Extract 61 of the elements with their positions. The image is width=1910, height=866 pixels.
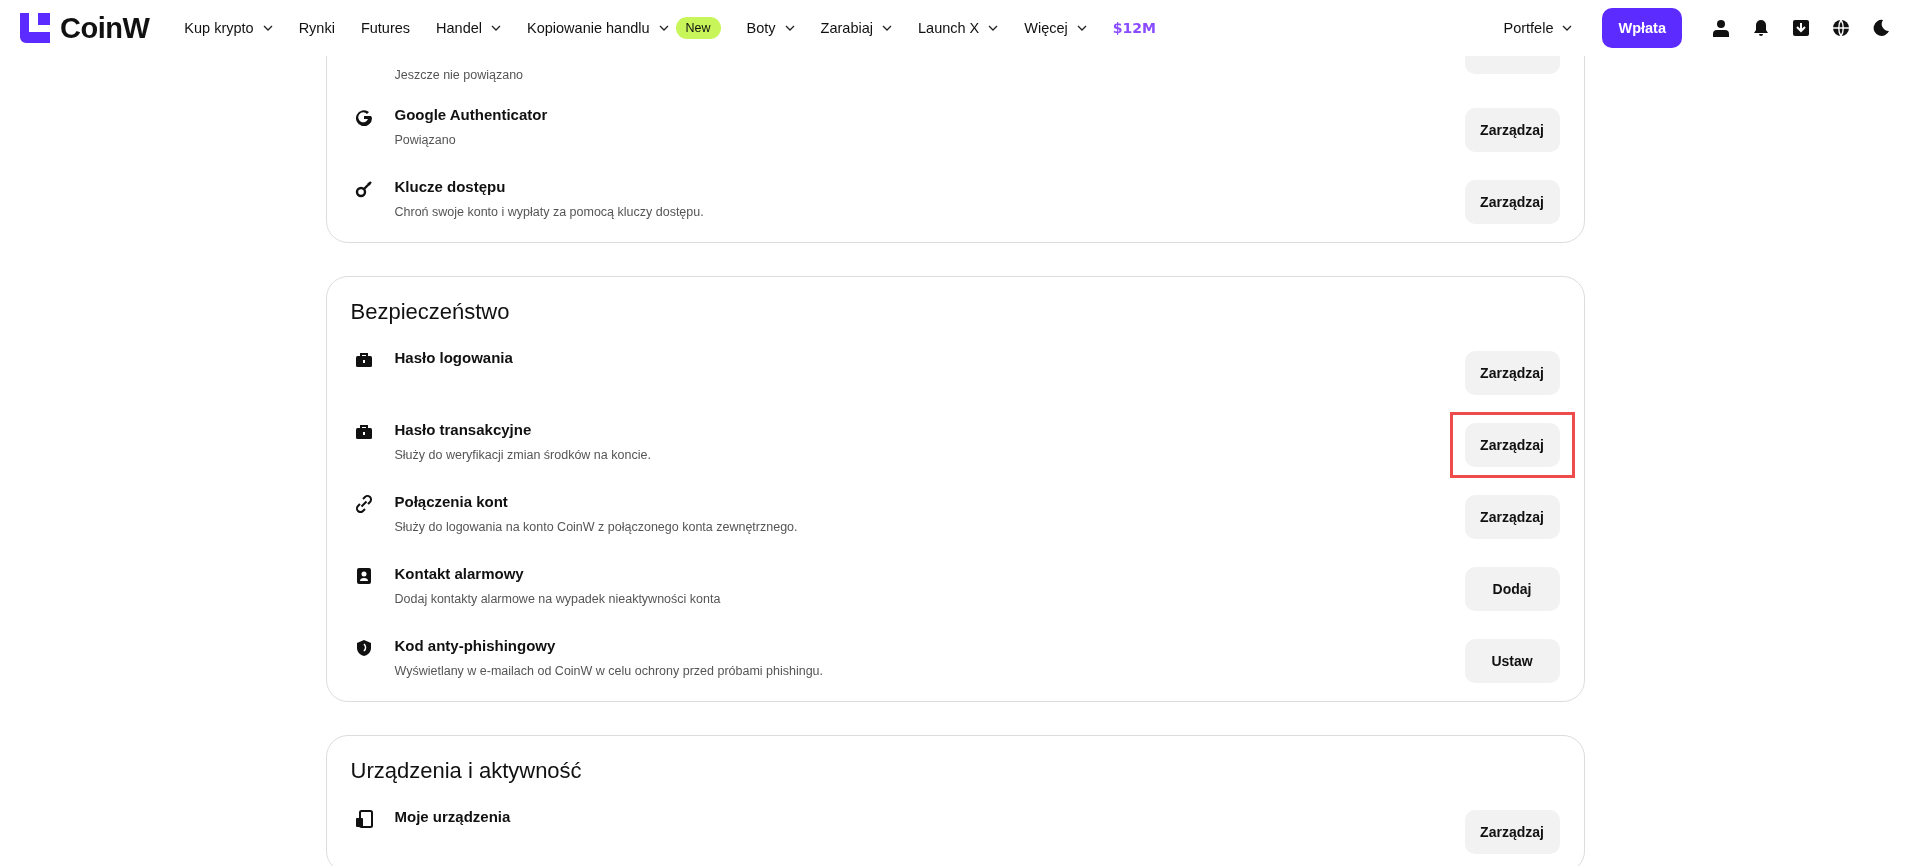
- nav-link[interactable]: Boty: [746, 20, 795, 36]
- setting-description: Służy do weryfikacji zmian środków na koncie.: [394, 448, 652, 462]
- setting-description: Służy do logowania na konto CoinW z połączonego konta zewnętrznego.: [394, 520, 799, 534]
- caret-icon: [262, 25, 273, 31]
- nav-link[interactable]: Futures: [360, 20, 411, 36]
- nav-link[interactable]: Zarabiaj: [820, 20, 892, 36]
- setting-title: Google Authenticator: [394, 106, 549, 123]
- nav-link[interactable]: Kopiowanie handlu New: [527, 17, 721, 39]
- nav-link[interactable]: Launch X: [918, 20, 999, 36]
- setting-description: Dodaj kontakty alarmowe na wypadek nieaktywności konta: [394, 592, 722, 606]
- action-button[interactable]: Zarządzaj: [1464, 423, 1560, 467]
- google-icon: [354, 108, 373, 126]
- moon-icon[interactable]: [1872, 19, 1890, 37]
- caret-icon: [784, 25, 795, 31]
- briefcase-icon: [354, 351, 373, 369]
- globe-icon[interactable]: [1832, 19, 1850, 37]
- key-icon: [354, 180, 373, 198]
- contact-book-icon: [354, 567, 373, 585]
- wallets-menu[interactable]: Portfele: [1503, 20, 1573, 36]
- bell-icon[interactable]: [1752, 19, 1770, 37]
- action-button[interactable]: Zarządzaj: [1464, 351, 1560, 395]
- section-heading: Bezpieczeństwo: [350, 299, 511, 325]
- setting-title: Kontakt alarmowy: [394, 565, 525, 582]
- new-badge: New: [675, 17, 721, 39]
- setting-title: Kod anty-phishingowy: [394, 637, 557, 654]
- setting-description: Chroń swoje konto i wypłaty za pomocą kluczy dostępu.: [394, 205, 705, 219]
- action-button[interactable]: Zarządzaj: [1464, 810, 1560, 854]
- setting-description: Wyświetlany w e-mailach od CoinW w celu ochrony przed próbami phishingu.: [394, 664, 825, 678]
- setting-title: Moje urządzenia: [394, 808, 512, 825]
- setting-title: Hasło logowania: [394, 349, 514, 366]
- action-button[interactable]: Zarządzaj: [1464, 180, 1560, 224]
- action-button[interactable]: Ustaw: [1464, 639, 1560, 683]
- devices-icon: [354, 810, 373, 828]
- briefcase-icon: [354, 423, 373, 441]
- nav-link[interactable]: Więcej: [1024, 20, 1087, 36]
- action-button[interactable]: Zarządzaj: [1464, 495, 1560, 539]
- caret-icon: [1076, 25, 1087, 31]
- promo-label[interactable]: $12M: [1112, 20, 1156, 36]
- logo-text: CoinW: [60, 11, 150, 45]
- setting-description: Powiązano: [394, 133, 457, 147]
- setting-description: Jeszcze nie powiązano: [394, 68, 525, 82]
- deposit-button[interactable]: Wpłata: [1602, 8, 1682, 48]
- nav-link[interactable]: Kup krypto: [184, 20, 273, 36]
- caret-icon: [658, 25, 669, 31]
- download-icon[interactable]: [1792, 19, 1810, 37]
- setting-title: Hasło transakcyjne: [394, 421, 533, 438]
- setting-title: Klucze dostępu: [394, 178, 507, 195]
- nav-link[interactable]: Handel: [436, 20, 502, 36]
- action-button[interactable]: Dodaj: [1464, 567, 1560, 611]
- caret-icon: [491, 25, 502, 31]
- section-heading: Urządzenia i aktywność: [350, 758, 583, 784]
- user-icon[interactable]: [1712, 19, 1730, 37]
- logo-icon: [20, 13, 50, 43]
- link-icon: [354, 495, 373, 513]
- shield-icon: [354, 639, 373, 657]
- caret-icon: [1562, 25, 1573, 31]
- setting-title: Połączenia kont: [394, 493, 509, 510]
- caret-icon: [988, 25, 999, 31]
- caret-icon: [882, 25, 892, 31]
- nav-link[interactable]: Rynki: [298, 20, 335, 36]
- action-button[interactable]: Zarządzaj: [1464, 108, 1560, 152]
